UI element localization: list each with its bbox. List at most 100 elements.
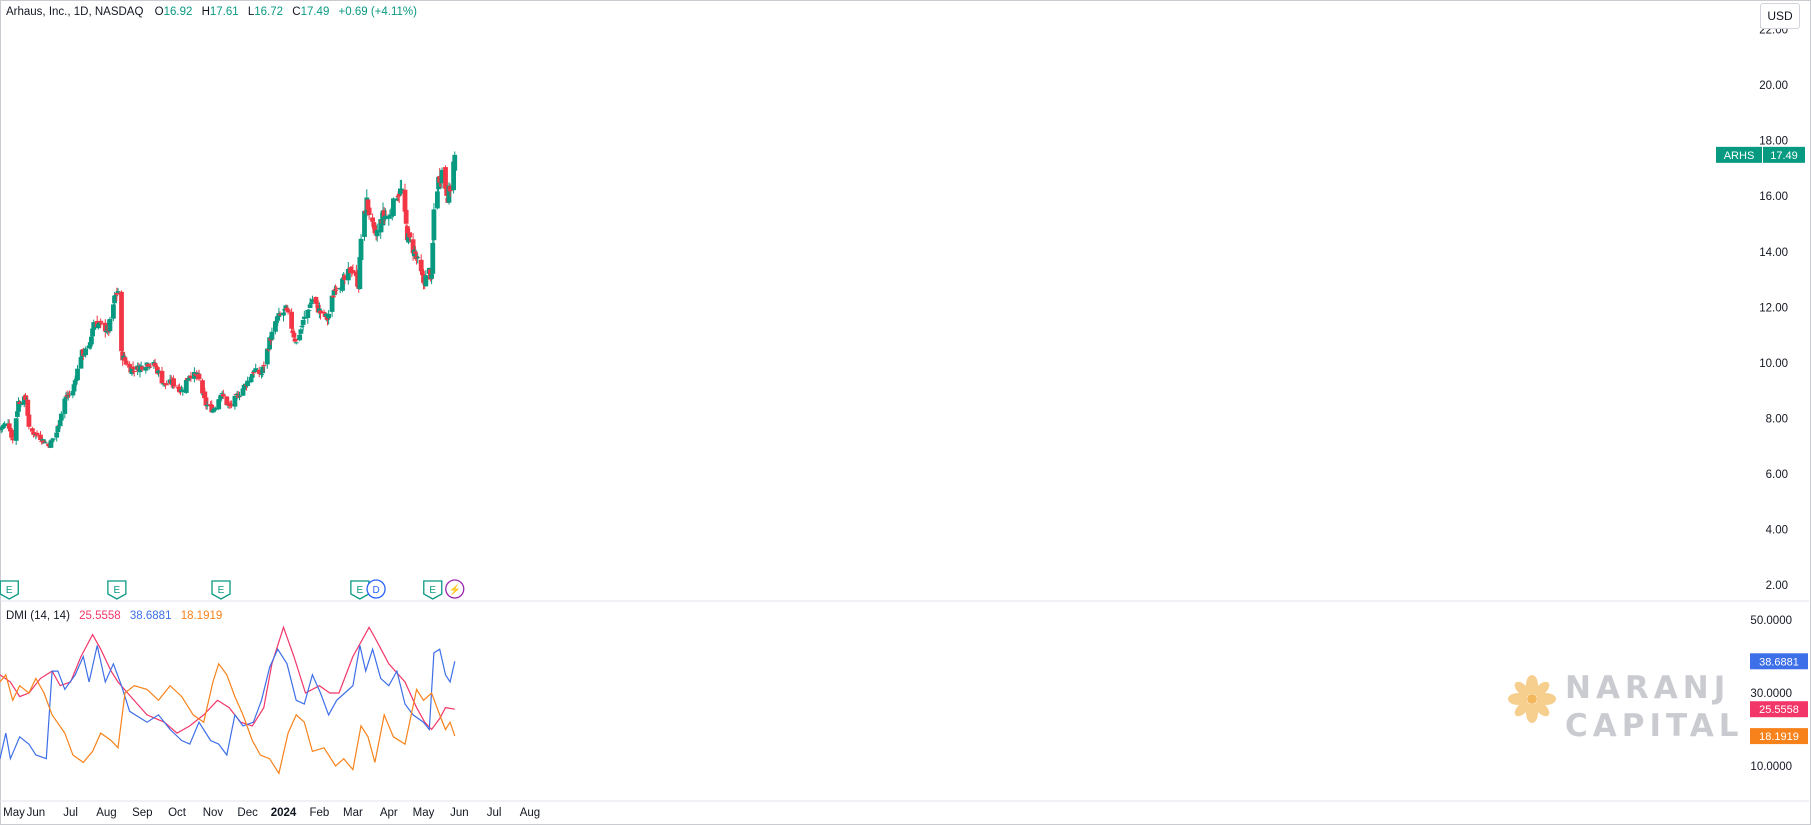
candle bbox=[397, 179, 403, 197]
candle-body bbox=[269, 331, 275, 340]
candle-body bbox=[430, 242, 436, 274]
time-axis-tick: Jul bbox=[487, 807, 502, 819]
ohlc-open: O16.92 bbox=[155, 6, 193, 18]
candle-body bbox=[65, 395, 71, 397]
candle-body bbox=[308, 302, 314, 305]
candle-body bbox=[159, 370, 165, 384]
candle-body bbox=[113, 295, 119, 297]
candle-body bbox=[58, 413, 64, 421]
candle-body bbox=[83, 348, 89, 356]
candle-body bbox=[329, 295, 335, 312]
candle-body bbox=[122, 357, 128, 361]
candle-body bbox=[25, 399, 31, 416]
price-axis-tick: 4.00 bbox=[1766, 524, 1788, 536]
dmi-axis-tick: 10.0000 bbox=[1750, 761, 1792, 773]
candle-body bbox=[289, 311, 294, 329]
candle-body bbox=[423, 275, 429, 287]
candle bbox=[293, 342, 299, 345]
currency-button[interactable]: USD bbox=[1760, 3, 1800, 29]
candle bbox=[111, 303, 116, 322]
dividend-marker: D bbox=[366, 579, 386, 599]
candle-body bbox=[40, 439, 46, 441]
naranj-capital-watermark: NARANJ CAPITAL bbox=[1505, 670, 1738, 750]
candle-body bbox=[306, 310, 312, 312]
candle-body bbox=[321, 311, 327, 313]
candle-body bbox=[407, 232, 413, 238]
candle bbox=[435, 189, 440, 210]
candle bbox=[78, 355, 84, 369]
candle-body bbox=[114, 292, 120, 295]
ohlc-low: L16.72 bbox=[248, 6, 283, 18]
earnings-marker: E bbox=[107, 580, 127, 600]
candle-body bbox=[290, 330, 296, 333]
price-axis-tick: 20.00 bbox=[1759, 80, 1788, 92]
candle-body bbox=[17, 401, 23, 404]
candle-body bbox=[300, 319, 306, 325]
candle-body bbox=[183, 379, 189, 393]
time-axis-tick: Aug bbox=[520, 807, 540, 819]
earnings-marker: E bbox=[0, 580, 19, 600]
candle bbox=[196, 369, 202, 382]
earnings-label: E bbox=[114, 585, 121, 596]
candle-body bbox=[78, 357, 84, 369]
candle-body bbox=[6, 423, 12, 429]
candle-series bbox=[0, 151, 458, 449]
ohlc-close-value: 17.49 bbox=[300, 6, 330, 18]
candle bbox=[163, 383, 168, 390]
candle-body bbox=[297, 334, 303, 341]
candle-body bbox=[70, 391, 76, 396]
candle-body bbox=[307, 304, 313, 309]
candle-body bbox=[186, 378, 192, 381]
earnings-label: E bbox=[218, 585, 225, 596]
earnings-marker: E bbox=[350, 580, 370, 600]
candle bbox=[446, 182, 452, 205]
candle-body bbox=[418, 259, 424, 272]
candle-body bbox=[443, 167, 448, 189]
candle-body bbox=[330, 295, 336, 298]
candle-body bbox=[219, 392, 225, 394]
candle-body bbox=[164, 384, 170, 386]
plus-di-legend-value: 38.6881 bbox=[129, 610, 172, 622]
candle bbox=[54, 431, 60, 442]
candle bbox=[159, 366, 165, 384]
adx-legend-value: 25.5558 bbox=[79, 610, 121, 622]
candle-body bbox=[281, 312, 286, 316]
plus-di-line-axis-label: 38.6881 bbox=[1750, 653, 1808, 670]
candle-body bbox=[251, 372, 256, 374]
candle bbox=[431, 203, 437, 249]
time-axis-tick: Feb bbox=[309, 807, 329, 819]
last-price-value: 17.49 bbox=[1770, 150, 1798, 162]
ohlc-low-value: 16.72 bbox=[254, 6, 284, 18]
candle-body bbox=[259, 373, 264, 375]
time-axis-tick: Mar bbox=[343, 807, 363, 819]
candle-body bbox=[152, 363, 158, 366]
dmi-axis-tick: 50.0000 bbox=[1750, 615, 1792, 627]
time-axis-tick: Apr bbox=[380, 807, 398, 819]
candle-body bbox=[50, 438, 56, 440]
earnings-label: E bbox=[429, 585, 436, 596]
time-axis-tick: May bbox=[3, 807, 25, 819]
candle-body bbox=[57, 420, 63, 427]
candle-body bbox=[275, 316, 281, 321]
minus-di-line-axis-label: 18.1919 bbox=[1750, 728, 1808, 745]
candle-body bbox=[333, 289, 338, 291]
candle-body bbox=[54, 432, 60, 438]
news-marker: ⚡ bbox=[445, 579, 465, 599]
candle-body bbox=[216, 399, 222, 410]
symbol-title: Arhaus, Inc., 1D, NASDAQ bbox=[6, 6, 144, 18]
candle bbox=[305, 309, 311, 324]
candle bbox=[281, 309, 286, 322]
candle-body bbox=[274, 320, 279, 323]
candle-body bbox=[55, 426, 61, 433]
candle-body bbox=[112, 295, 117, 304]
candle-body bbox=[291, 332, 297, 338]
time-axis-tick: Nov bbox=[203, 807, 224, 819]
minus-di-line bbox=[0, 662, 456, 775]
ohlc-high-label: H bbox=[201, 6, 210, 18]
time-axis-tick: Dec bbox=[237, 807, 258, 819]
candle-body bbox=[130, 366, 136, 369]
candle-body bbox=[298, 329, 304, 334]
minus-di-line-axis-label-text: 18.1919 bbox=[1759, 731, 1799, 743]
candle-body bbox=[340, 278, 345, 291]
candle-body bbox=[237, 395, 242, 397]
